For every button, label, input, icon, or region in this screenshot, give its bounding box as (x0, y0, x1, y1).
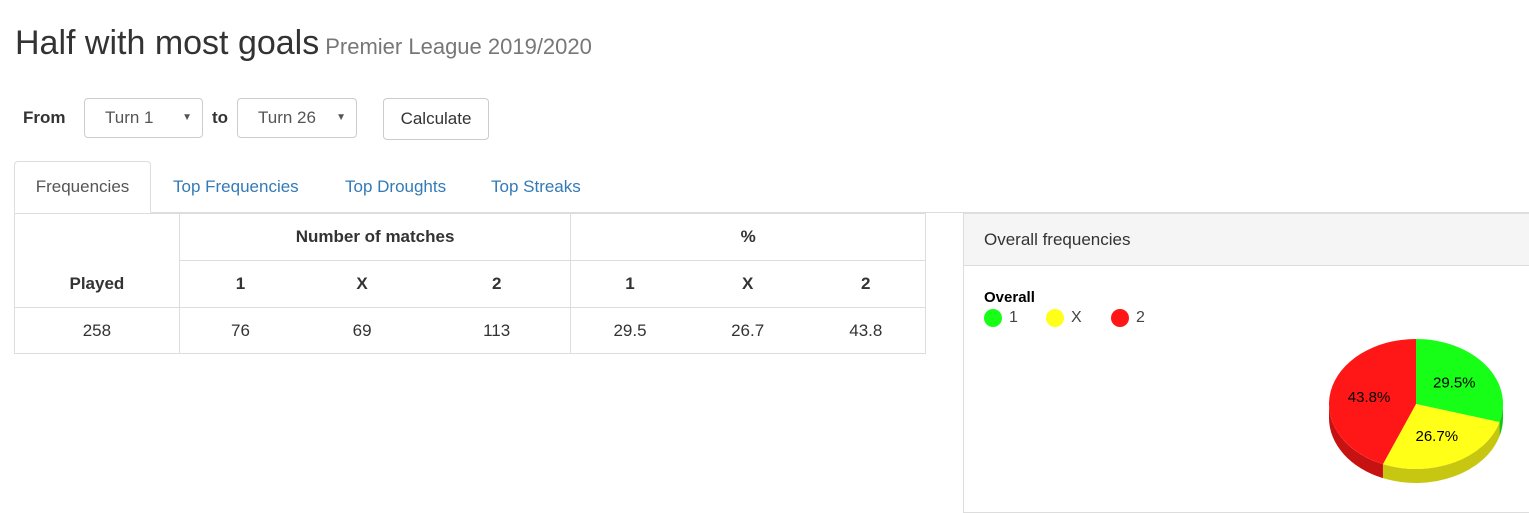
frequencies-table: Played Number of matches % 1 X 2 1 X 2 2… (14, 213, 926, 354)
chevron-down-icon: ▼ (336, 112, 346, 123)
tab-top-droughts[interactable]: Top Droughts (345, 161, 446, 213)
from-label: From (23, 108, 66, 127)
pie-label-2: 43.8% (1348, 389, 1391, 406)
percent-2-header: 2 (806, 260, 926, 308)
table-row: 258 76 69 113 29.5 26.7 43.8 (14, 307, 926, 354)
calculate-button[interactable]: Calculate (383, 98, 489, 140)
matches-2-cell: 113 (423, 307, 572, 354)
legend-dot-x (1046, 309, 1064, 327)
page-subtitle: Premier League 2019/2020 (325, 34, 592, 59)
legend-dot-2 (1111, 309, 1129, 327)
percent-x-header: X (688, 260, 807, 308)
overall-frequencies-panel: Overall frequencies Overall 1 X 2 29.5% 2… (963, 213, 1529, 513)
percent-1-cell: 29.5 (570, 307, 689, 354)
to-turn-value: Turn 26 (258, 108, 316, 127)
legend-item-2[interactable]: 2 (1111, 309, 1145, 327)
legend-label-1: 1 (1009, 309, 1018, 326)
matches-1-header: 1 (178, 260, 302, 308)
tab-top-streaks[interactable]: Top Streaks (491, 161, 581, 213)
percent-x-cell: 26.7 (688, 307, 807, 354)
page-title: Half with most goals Premier League 2019/… (15, 24, 592, 63)
played-cell: 258 (14, 307, 180, 354)
to-label: to (212, 108, 229, 127)
page-title-main: Half with most goals (15, 24, 320, 62)
tab-frequencies[interactable]: Frequencies (14, 161, 151, 213)
to-turn-select[interactable]: Turn 26 ▼ (237, 98, 357, 138)
tab-top-frequencies[interactable]: Top Frequencies (173, 161, 299, 213)
pie-label-1: 29.5% (1433, 375, 1476, 392)
played-header: Played (14, 213, 180, 308)
legend-title: Overall (984, 289, 1035, 306)
matches-x-cell: 69 (301, 307, 424, 354)
matches-2-header: 2 (423, 260, 572, 308)
percent-2-cell: 43.8 (806, 307, 926, 354)
percent-group-header: % (570, 213, 926, 261)
matches-group-header: Number of matches (178, 213, 572, 261)
matches-1-cell: 76 (178, 307, 302, 354)
chevron-down-icon: ▼ (182, 112, 192, 123)
percent-1-header: 1 (570, 260, 689, 308)
pie-label-x: 26.7% (1416, 428, 1459, 445)
panel-title: Overall frequencies (964, 214, 1529, 266)
legend-label-2: 2 (1136, 309, 1145, 326)
legend-dot-1 (984, 309, 1002, 327)
legend-item-1[interactable]: 1 (984, 309, 1018, 327)
legend-label-x: X (1071, 309, 1082, 326)
from-turn-value: Turn 1 (105, 108, 154, 127)
overall-pie-chart: 29.5% 26.7% 43.8% (1329, 339, 1503, 483)
legend-item-x[interactable]: X (1046, 309, 1082, 327)
table-header-row: Played Number of matches % (14, 213, 926, 308)
matches-x-header: X (301, 260, 424, 308)
from-turn-select[interactable]: Turn 1 ▼ (84, 98, 203, 138)
